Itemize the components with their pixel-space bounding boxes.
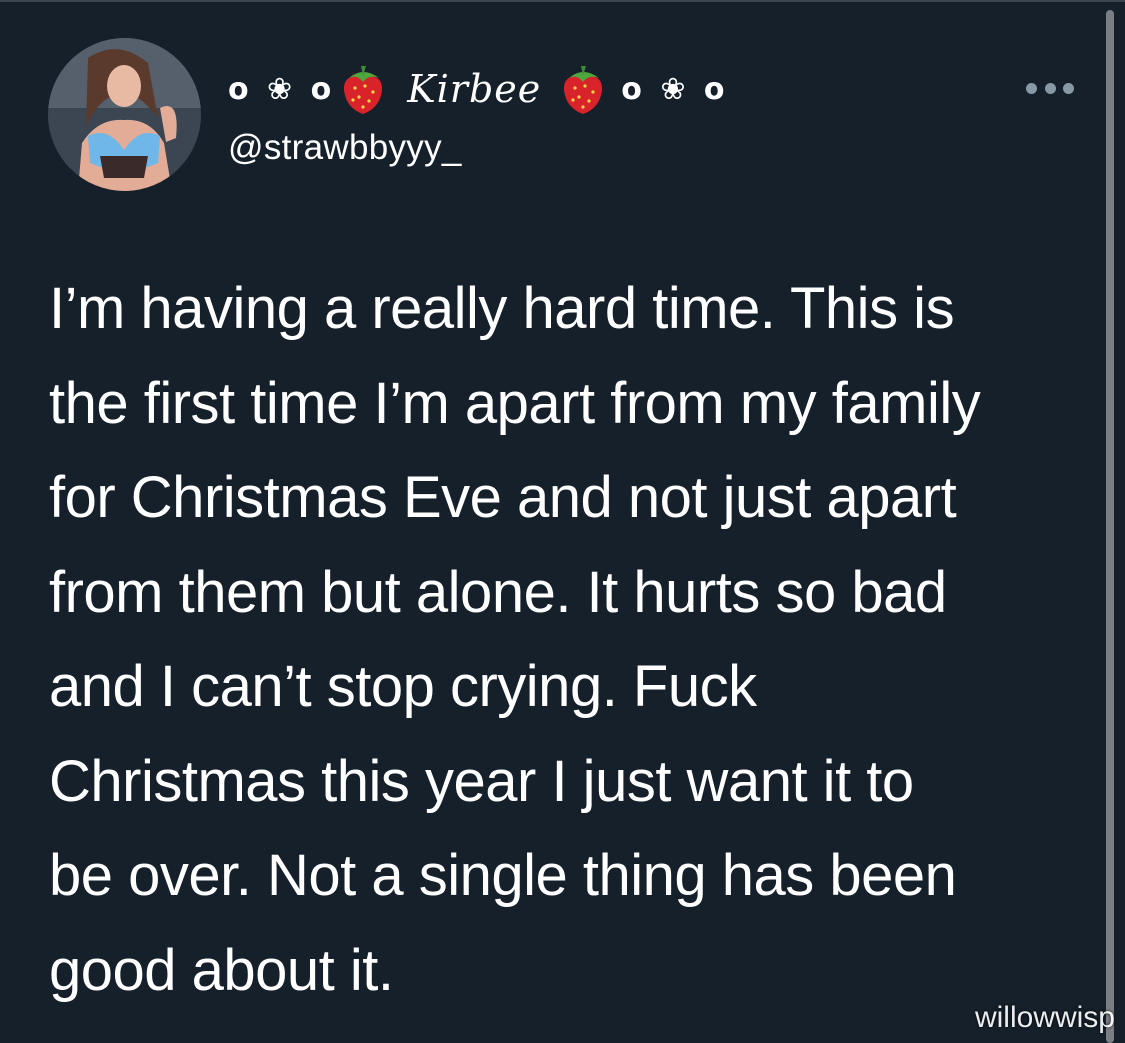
strawberry-icon: [559, 62, 607, 116]
tweet-text-line: be over. Not a single thing has been: [49, 843, 957, 908]
display-name-prefix: o ❀ o: [228, 71, 336, 107]
tweet-text-line: from them but alone. It hurts so bad: [49, 559, 947, 625]
tweet-text-line: Christmas this year I just want it to: [49, 748, 914, 814]
tweet-text-line: for Christmas Eve and not just apart: [49, 465, 957, 530]
scrollbar[interactable]: [1106, 10, 1114, 1043]
avatar-photo: [48, 38, 201, 191]
strawberry-icon: [339, 62, 387, 116]
more-horizontal-icon: [1026, 82, 1037, 94]
more-horizontal-icon: [1063, 82, 1074, 94]
tweet-text-line: the first time I’m apart from my family: [49, 370, 981, 436]
watermark: willowwisp: [974, 1001, 1115, 1034]
display-name-text: Kirbee: [407, 67, 542, 111]
user-handle[interactable]: @strawbbyyy_: [228, 128, 729, 168]
more-options-button[interactable]: [1026, 74, 1074, 102]
tweet-text-line: good about it.: [49, 937, 394, 1003]
tweet-text-line: and I can’t stop crying. Fuck: [49, 654, 757, 719]
tweet-text-line: I’m having a really hard time. This is: [49, 276, 955, 341]
tweet-text: I’m having a really hard time. This is t…: [49, 262, 1099, 1018]
tweet-header: o ❀ o Kirbee o ❀ o @strawbbyyy_: [228, 58, 729, 168]
avatar[interactable]: [48, 38, 201, 191]
display-name[interactable]: o ❀ o Kirbee o ❀ o: [228, 58, 729, 120]
tweet-card: o ❀ o Kirbee o ❀ o @strawbbyyy_ I’m havi…: [0, 0, 1100, 1043]
display-name-suffix: o ❀ o: [621, 71, 729, 107]
more-horizontal-icon: [1044, 82, 1056, 94]
